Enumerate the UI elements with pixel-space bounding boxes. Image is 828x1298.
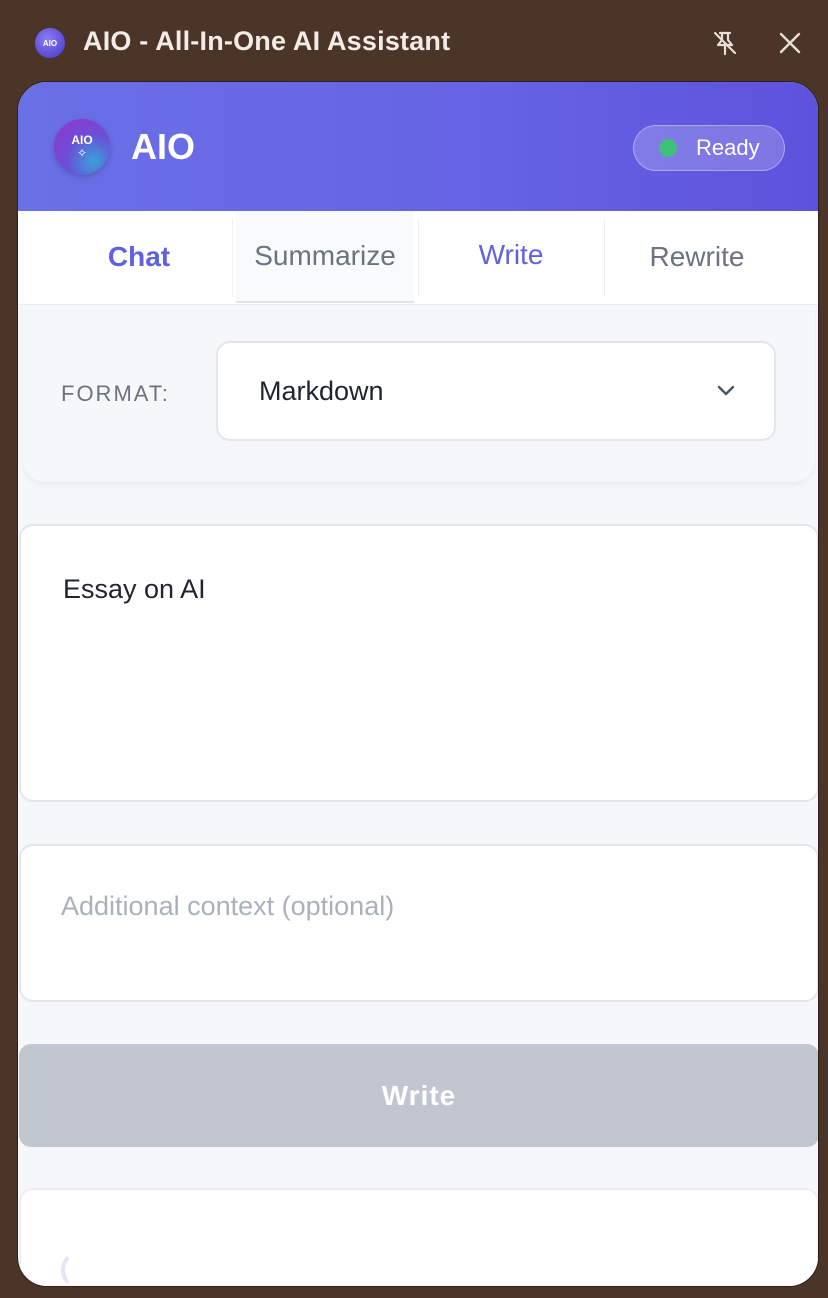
tab-divider xyxy=(418,219,419,297)
panel-header: AIO ✧ AIO Ready xyxy=(18,82,818,211)
format-section: FORMAT: Markdown xyxy=(23,305,815,482)
assistant-panel: AIO ✧ AIO Ready Chat Summarize Write Rew… xyxy=(17,81,819,1287)
brand-title: AIO xyxy=(131,126,196,167)
format-label: FORMAT: xyxy=(61,381,170,406)
tab-divider xyxy=(604,219,605,297)
chevron-down-icon xyxy=(717,385,735,396)
tab-write[interactable]: Write xyxy=(422,211,600,303)
window-title: AIO - All-In-One AI Assistant xyxy=(83,26,451,56)
format-select[interactable]: Markdown xyxy=(216,341,776,441)
status-badge: Ready xyxy=(633,125,785,171)
context-input[interactable] xyxy=(61,886,761,926)
tab-summarize[interactable]: Summarize xyxy=(236,211,414,303)
status-text: Ready xyxy=(696,135,760,160)
prompt-textarea[interactable]: Essay on AI xyxy=(19,524,818,802)
tab-chat[interactable]: Chat xyxy=(50,211,228,303)
tab-divider xyxy=(232,219,233,297)
unpin-icon xyxy=(713,31,737,56)
close-button[interactable] xyxy=(773,26,807,60)
aio-logo: AIO ✧ xyxy=(54,119,110,175)
status-dot-icon xyxy=(659,139,677,157)
result-panel xyxy=(19,1188,818,1286)
prompt-text: Essay on AI xyxy=(63,574,206,604)
title-bar: AIO AIO - All-In-One AI Assistant xyxy=(0,0,828,84)
loading-spinner-icon xyxy=(61,1250,101,1286)
tab-bar: Chat Summarize Write Rewrite xyxy=(18,211,818,305)
logo-mark: ✧ xyxy=(76,146,88,160)
app-icon: AIO xyxy=(35,28,65,58)
tab-rewrite[interactable]: Rewrite xyxy=(608,211,786,303)
context-field[interactable] xyxy=(19,844,818,1002)
write-button[interactable]: Write xyxy=(19,1044,818,1147)
format-selected-value: Markdown xyxy=(259,375,384,406)
unpin-button[interactable] xyxy=(708,26,742,60)
close-icon xyxy=(779,32,801,54)
